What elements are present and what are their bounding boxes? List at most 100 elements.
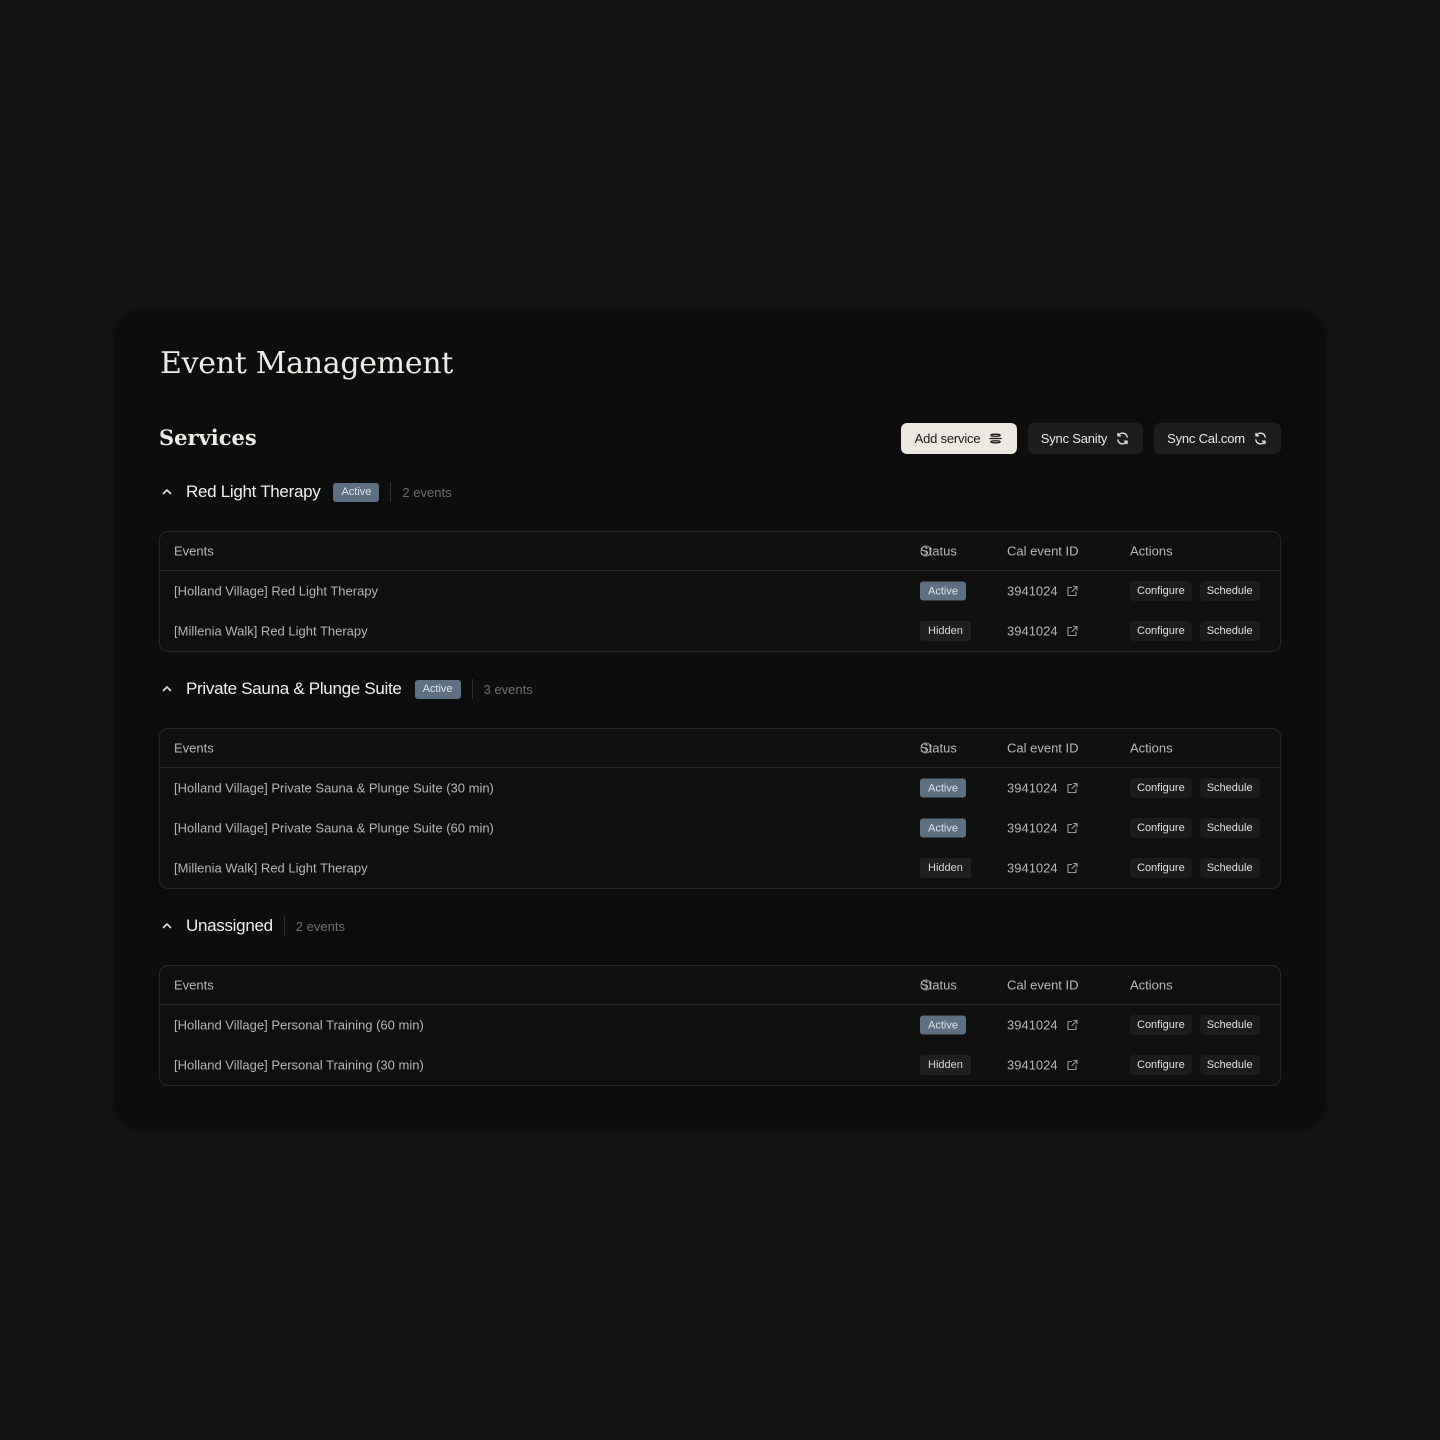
external-link-icon[interactable] xyxy=(1066,782,1079,795)
service-group-header: Private Sauna & Plunge Suite Active 3 even… xyxy=(159,678,533,700)
table-row: [Holland Village] Red Light Therapy Activ… xyxy=(160,571,1280,611)
table-row: [Holland Village] Private Sauna & Plunge… xyxy=(160,768,1280,808)
column-header-cal-event-id: Cal event ID xyxy=(1007,740,1079,756)
column-header-status: Status xyxy=(920,741,957,756)
chevron-up-icon[interactable] xyxy=(160,682,174,696)
table-row: [Millenia Walk] Red Light Therapy Hidden 3… xyxy=(160,611,1280,651)
page-title: Event Management xyxy=(160,346,454,381)
status-cell: Active xyxy=(920,581,966,601)
external-link-icon[interactable] xyxy=(1066,1059,1079,1072)
cal-event-id-cell: 3941024 xyxy=(1007,861,1079,876)
column-header-cal-event-id: Cal event ID xyxy=(1007,543,1079,559)
cal-event-id-cell: 3941024 xyxy=(1007,1018,1079,1033)
column-header-events: Events xyxy=(174,977,214,993)
external-link-icon[interactable] xyxy=(1066,585,1079,598)
schedule-button[interactable]: Schedule xyxy=(1199,621,1260,641)
cal-event-id: 3941024 xyxy=(1007,860,1058,876)
configure-button[interactable]: Configure xyxy=(1130,818,1192,838)
cal-event-id-cell: 3941024 xyxy=(1007,781,1079,796)
sync-calcom-label: Sync Cal.com xyxy=(1167,431,1245,446)
column-header-events: Events xyxy=(174,543,214,559)
configure-button[interactable]: Configure xyxy=(1130,858,1192,878)
table-row: [Millenia Walk] Red Light Therapy Hidden 3… xyxy=(160,848,1280,888)
event-count: 2 events xyxy=(295,918,345,934)
column-header-actions: Actions xyxy=(1130,543,1173,559)
event-name: [Millenia Walk] Red Light Therapy xyxy=(174,860,368,876)
status-cell: Hidden xyxy=(920,858,971,878)
event-name: [Holland Village] Red Light Therapy xyxy=(174,583,379,599)
column-header-status-label: Status xyxy=(920,740,957,756)
stack-icon xyxy=(989,433,1003,444)
events-table: Events Status Cal event ID Actions [Holland … xyxy=(159,965,1281,1086)
actions-cell: Configure Schedule xyxy=(1130,818,1260,838)
status-badge: Active xyxy=(920,818,966,838)
service-name[interactable]: Private Sauna & Plunge Suite xyxy=(186,679,402,699)
actions-cell: Configure Schedule xyxy=(1130,858,1260,878)
column-header-status: Status xyxy=(920,544,957,559)
cal-event-id: 3941024 xyxy=(1007,780,1058,796)
schedule-button[interactable]: Schedule xyxy=(1199,1055,1260,1075)
configure-button[interactable]: Configure xyxy=(1130,621,1192,641)
table-header: Events Status Cal event ID Actions xyxy=(160,532,1280,571)
add-service-button[interactable]: Add service xyxy=(901,423,1017,454)
status-badge: Active xyxy=(333,482,380,502)
refresh-icon xyxy=(1255,432,1266,445)
status-cell: Hidden xyxy=(920,621,971,641)
actions-cell: Configure Schedule xyxy=(1130,621,1260,641)
refresh-icon xyxy=(1117,432,1129,445)
chevron-up-icon[interactable] xyxy=(160,485,174,499)
sync-sanity-button[interactable]: Sync Sanity xyxy=(1028,423,1143,454)
status-badge: Active xyxy=(414,679,461,699)
configure-button[interactable]: Configure xyxy=(1130,581,1192,601)
service-name[interactable]: Unassigned xyxy=(186,916,273,936)
chevron-up-icon[interactable] xyxy=(160,919,174,933)
external-link-icon[interactable] xyxy=(1066,822,1079,835)
service-name[interactable]: Red Light Therapy xyxy=(186,482,321,502)
cal-event-id-cell: 3941024 xyxy=(1007,584,1079,599)
cal-event-id: 3941024 xyxy=(1007,820,1058,836)
status-cell: Active xyxy=(920,1015,966,1035)
schedule-button[interactable]: Schedule xyxy=(1199,1015,1260,1035)
table-row: [Holland Village] Personal Training (60 … xyxy=(160,1005,1280,1045)
toolbar: Add service Sync Sanity Sync Cal.com xyxy=(0,423,1440,454)
column-header-actions: Actions xyxy=(1130,740,1173,756)
external-link-icon[interactable] xyxy=(1066,625,1079,638)
actions-cell: Configure Schedule xyxy=(1130,581,1260,601)
cal-event-id: 3941024 xyxy=(1007,1057,1058,1073)
cal-event-id-cell: 3941024 xyxy=(1007,1058,1079,1073)
configure-button[interactable]: Configure xyxy=(1130,1055,1192,1075)
schedule-button[interactable]: Schedule xyxy=(1199,778,1260,798)
schedule-button[interactable]: Schedule xyxy=(1199,581,1260,601)
configure-button[interactable]: Configure xyxy=(1130,1015,1192,1035)
divider xyxy=(283,916,285,936)
event-name: [Holland Village] Personal Training (30 … xyxy=(174,1057,424,1073)
table-row: [Holland Village] Personal Training (30 … xyxy=(160,1045,1280,1085)
table-header: Events Status Cal event ID Actions xyxy=(160,729,1280,768)
event-name: [Holland Village] Private Sauna & Plunge… xyxy=(174,780,494,796)
status-badge: Active xyxy=(920,778,966,798)
column-header-status: Status xyxy=(920,978,957,993)
divider xyxy=(471,679,473,699)
schedule-button[interactable]: Schedule xyxy=(1199,818,1260,838)
sync-sanity-label: Sync Sanity xyxy=(1040,431,1108,446)
cal-event-id: 3941024 xyxy=(1007,583,1058,599)
add-service-label: Add service xyxy=(914,431,981,446)
configure-button[interactable]: Configure xyxy=(1130,778,1192,798)
status-badge: Active xyxy=(920,581,966,601)
status-cell: Hidden xyxy=(920,1055,971,1075)
column-header-events: Events xyxy=(174,740,214,756)
table-header: Events Status Cal event ID Actions xyxy=(160,966,1280,1005)
cal-event-id-cell: 3941024 xyxy=(1007,624,1079,639)
column-header-status-label: Status xyxy=(920,543,957,559)
status-badge: Active xyxy=(920,1015,966,1035)
sync-calcom-button[interactable]: Sync Cal.com xyxy=(1154,423,1281,454)
column-header-actions: Actions xyxy=(1130,977,1173,993)
column-header-status-label: Status xyxy=(920,977,957,993)
status-badge: Hidden xyxy=(920,1055,971,1075)
divider xyxy=(390,482,392,502)
external-link-icon[interactable] xyxy=(1066,1019,1079,1032)
external-link-icon[interactable] xyxy=(1066,862,1079,875)
event-name: [Millenia Walk] Red Light Therapy xyxy=(174,623,368,639)
table-row: [Holland Village] Private Sauna & Plunge… xyxy=(160,808,1280,848)
schedule-button[interactable]: Schedule xyxy=(1199,858,1260,878)
